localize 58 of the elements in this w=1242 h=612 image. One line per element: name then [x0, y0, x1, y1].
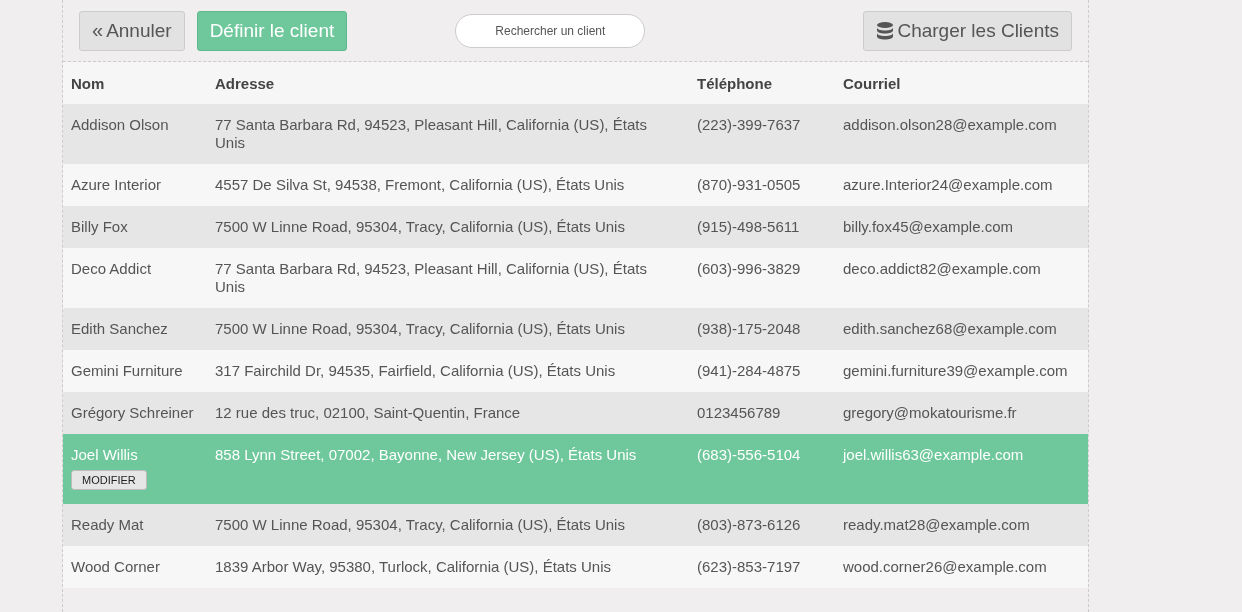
customer-name: Edith Sanchez: [71, 320, 168, 337]
customer-phone: (603)-996-3829: [697, 260, 801, 277]
customer-phone: (803)-873-6126: [697, 516, 801, 533]
customer-name: Joel Willis: [71, 446, 138, 463]
customer-email: deco.addict82@example.com: [843, 260, 1041, 277]
customer-address: 317 Fairchild Dr, 94535, Fairfield, California (US), États Unis: [215, 362, 616, 379]
customer-phone: 0123456789: [697, 404, 781, 421]
customer-address: 858 Lynn Street, 07002, Bayonne, New Jersey (US), États Unis: [215, 446, 637, 463]
column-header: Nom: [63, 62, 207, 104]
customer-email: edith.sanchez68@example.com: [843, 320, 1057, 337]
customer-email: billy.fox45@example.com: [843, 218, 1014, 235]
customer-phone: (941)-284-4875: [697, 362, 801, 379]
search-field[interactable]: Rechercher un client: [455, 13, 646, 48]
customer-address: 7500 W Linne Road, 95304, Tracy, California (US), États Unis: [215, 320, 625, 337]
customer-address: 7500 W Linne Road, 95304, Tracy, California (US), États Unis: [215, 218, 625, 235]
customer-row[interactable]: Addison Olson 77 Santa Barbara Rd, 94523, Pleasant Hill, California (US), États Unis (223)-399-7637 addison.olson28@example.com: [63, 104, 1088, 164]
customer-name: Addison Olson: [71, 116, 169, 133]
customer-name: Wood Corner: [71, 558, 160, 575]
customer-phone: (223)-399-7637: [697, 116, 801, 133]
column-header: Courriel: [835, 62, 1088, 104]
edit-button[interactable]: MODIFIER: [71, 470, 147, 490]
customer-email: ready.mat28@example.com: [843, 516, 1030, 533]
customer-name: Azure Interior: [71, 176, 162, 193]
customer-name: Deco Addict: [71, 260, 152, 277]
customer-phone: (623)-853-7197: [697, 558, 801, 575]
load-customers-button[interactable]: Charger les Clients: [863, 10, 1072, 51]
customer-phone: (915)-498-5611: [697, 218, 800, 235]
customer-address: 4557 De Silva St, 94538, Fremont, California (US), États Unis: [215, 176, 625, 193]
customer-phone: (870)-931-0505: [697, 176, 801, 193]
customer-email: gemini.furniture39@example.com: [843, 362, 1068, 379]
customer-email: addison.olson28@example.com: [843, 116, 1057, 133]
customer-address: 12 rue des truc, 02100, Saint-Quentin, France: [215, 404, 521, 421]
customer-email: wood.corner26@example.com: [843, 558, 1047, 575]
customer-row[interactable]: Billy Fox 7500 W Linne Road, 95304, Tracy, California (US), États Unis (915)-498-5611 billy.fox45@example.com: [63, 206, 1088, 248]
column-header: Adresse: [207, 62, 689, 104]
customer-address: 77 Santa Barbara Rd, 94523, Pleasant Hill, California (US), États Unis: [215, 260, 647, 295]
customer-email: gregory@mokatourisme.fr: [843, 404, 1017, 421]
customer-name: Grégory Schreiner: [71, 404, 194, 421]
customer-email: azure.Interior24@example.com: [843, 176, 1053, 193]
customer-address: 1839 Arbor Way, 95380, Turlock, California (US), États Unis: [215, 558, 611, 575]
customer-name: Ready Mat: [71, 516, 144, 533]
column-header: Téléphone: [689, 62, 835, 104]
customer-name: Billy Fox: [71, 218, 128, 235]
cancel-button[interactable]: «Annuler: [79, 10, 185, 51]
customer-email: joel.willis63@example.com: [843, 446, 1024, 463]
customer-row[interactable]: Ready Mat 7500 W Linne Road, 95304, Tracy, California (US), États Unis (803)-873-6126 ready.mat28@example.com: [63, 504, 1088, 546]
customer-address: 7500 W Linne Road, 95304, Tracy, California (US), États Unis: [215, 516, 625, 533]
customer-phone: (683)-556-5104: [697, 446, 801, 463]
customer-row[interactable]: Edith Sanchez 7500 W Linne Road, 95304, Tracy, California (US), États Unis (938)-175-2048 edith.sanchez68@example.com: [63, 308, 1088, 350]
customer-row[interactable]: Wood Corner 1839 Arbor Way, 95380, Turlock, California (US), États Unis (623)-853-7197 wood.corner26@example.com: [63, 546, 1088, 588]
customer-address: 77 Santa Barbara Rd, 94523, Pleasant Hill, California (US), États Unis: [215, 116, 647, 151]
customer-row[interactable]: Deco Addict 77 Santa Barbara Rd, 94523, Pleasant Hill, California (US), États Unis (603)-996-3829 deco.addict82@example.com: [63, 248, 1088, 308]
customer-row[interactable]: Gemini Furniture 317 Fairchild Dr, 94535, Fairfield, California (US), États Unis (941)-284-4875 gemini.furniture39@example.com: [63, 350, 1088, 392]
customer-phone: (938)-175-2048: [697, 320, 801, 337]
customer-row[interactable]: Azure Interior 4557 De Silva St, 94538, Fremont, California (US), États Unis (870)-931-0505 azure.Interior24@example.com: [63, 164, 1088, 206]
customer-name: Gemini Furniture: [71, 362, 183, 379]
database-icon: [876, 20, 895, 41]
customer-row[interactable]: Grégory Schreiner 12 rue des truc, 02100, Saint-Quentin, France 0123456789 gregory@mokatourisme.fr: [63, 392, 1088, 434]
